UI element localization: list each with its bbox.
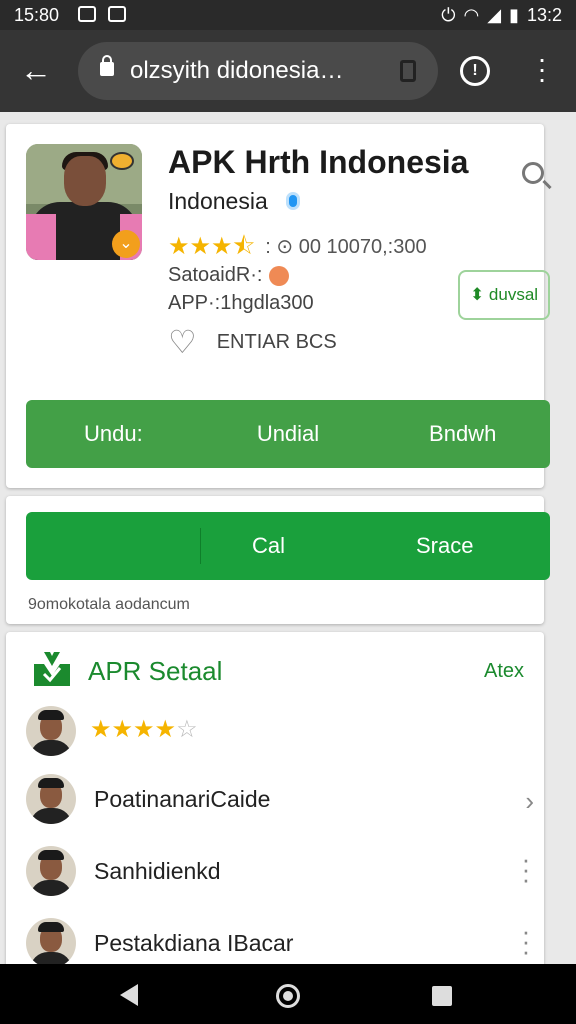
divider	[200, 528, 201, 564]
address-bar[interactable]: olzsyith didonesia…	[78, 42, 438, 100]
actions-card: Cal Srace 9omokotala aodancum	[6, 496, 550, 624]
tabs-icon[interactable]	[400, 60, 416, 82]
call-button[interactable]: Cal	[252, 512, 285, 580]
wishlist-label: ENTIAR BCS	[216, 330, 337, 353]
nav-back-icon[interactable]	[120, 984, 138, 1006]
verified-icon	[286, 192, 300, 210]
developer-name[interactable]: Indonesia	[168, 188, 268, 215]
primary-action-bar: Undu: Undial Bndwh	[26, 400, 550, 468]
nav-home-icon[interactable]	[276, 984, 300, 1008]
star-icon: ★	[154, 716, 177, 743]
more-vert-icon[interactable]: · · ·	[532, 45, 552, 93]
list-item[interactable]: PoatinanariCaide ›	[26, 774, 542, 834]
more-vert-icon[interactable]: · · ·	[520, 918, 532, 964]
wifi-icon: ◠	[463, 5, 480, 25]
star-outline-icon: ☆	[176, 716, 198, 743]
coin-icon	[110, 152, 134, 170]
chevron-right-icon[interactable]: ›	[525, 786, 534, 817]
app-header-card: ⌄ APK Hrth Indonesia Indonesia ★ ★ ★ ⯪ :…	[6, 124, 550, 488]
system-nav-bar	[0, 964, 576, 1024]
row-rating: ★★★★☆	[90, 718, 198, 742]
lock-icon	[100, 55, 114, 76]
star-icon: ★	[90, 716, 112, 743]
action-button-2[interactable]: Undial	[201, 400, 376, 468]
signal-icon: ◢	[487, 5, 502, 25]
see-all-link[interactable]: Atex	[484, 660, 544, 683]
row-label: PoatinanariCaide	[94, 786, 271, 812]
back-arrow-icon[interactable]: ←	[20, 50, 56, 90]
rating-row: ★ ★ ★ ⯪ : ⊙ 00 10070,:300	[168, 234, 427, 259]
space-button[interactable]: Srace	[416, 512, 473, 580]
star-icon: ★	[111, 716, 134, 743]
check-download-icon	[34, 652, 70, 686]
row-label: Sanhidienkd	[94, 858, 221, 884]
row-label: Pestakdiana IBacar	[94, 930, 294, 956]
list-item[interactable]: ★★★★☆	[26, 706, 542, 766]
more-vert-icon[interactable]: · · ·	[520, 846, 532, 892]
url-text: olzsyith didonesia…	[130, 57, 344, 84]
star-icon: ★	[133, 716, 155, 743]
search-icon[interactable]	[522, 162, 544, 184]
wishlist-row[interactable]: ♡ ENTIAR BCS	[168, 326, 337, 358]
avatar	[26, 774, 76, 824]
app-notification-icon	[108, 6, 126, 22]
list-item[interactable]: Sanhidienkd · · ·	[26, 846, 542, 906]
status-bar: 15:80 ⏻ ◠ ◢ ▮ 13:2	[0, 0, 576, 30]
avatar	[26, 846, 76, 896]
notification-icon	[78, 6, 96, 22]
battery-icon: ▮	[509, 5, 519, 25]
star-icon: ★	[189, 232, 212, 260]
browser-toolbar: ← olzsyith didonesia… ! · · ·	[0, 30, 576, 112]
avatar	[26, 918, 76, 968]
action-button-1[interactable]: Undu:	[26, 400, 201, 468]
star-icon: ★	[168, 232, 190, 260]
status-time: 15:80	[14, 5, 60, 25]
avatar	[26, 706, 76, 756]
nav-recents-icon[interactable]	[432, 986, 452, 1006]
app-icon[interactable]: ⌄	[26, 144, 142, 260]
heart-icon[interactable]: ♡	[168, 326, 197, 358]
action-button-3[interactable]: Bndwh	[375, 400, 550, 468]
vibrate-icon: ⏻	[441, 5, 456, 25]
install-small-button[interactable]: ⬍ duvsal	[458, 270, 550, 320]
status-right-time: 13:2	[526, 5, 562, 25]
star-icon: ★	[211, 232, 233, 260]
alert-icon[interactable]: !	[460, 56, 490, 86]
ratings-card: APR Setaal Atex ★★★★☆ PoatinanariCaide ›…	[6, 632, 544, 972]
note-text: 9omokotala aodancum	[28, 596, 190, 613]
half-star-icon: ⯪	[232, 232, 256, 260]
emoji-icon	[268, 265, 289, 286]
meta-line-2: APP·:1hgdla300	[168, 292, 314, 314]
chevron-badge-icon: ⌄	[112, 230, 140, 258]
section-title: APR Setaal	[88, 656, 223, 686]
secondary-action-bar[interactable]: Cal Srace	[26, 512, 550, 580]
app-title: APK Hrth Indonesia	[168, 144, 469, 180]
rating-count: : ⊙ 00 10070,:300	[265, 236, 427, 258]
meta-line-1: SatoaidR·:	[168, 264, 289, 287]
